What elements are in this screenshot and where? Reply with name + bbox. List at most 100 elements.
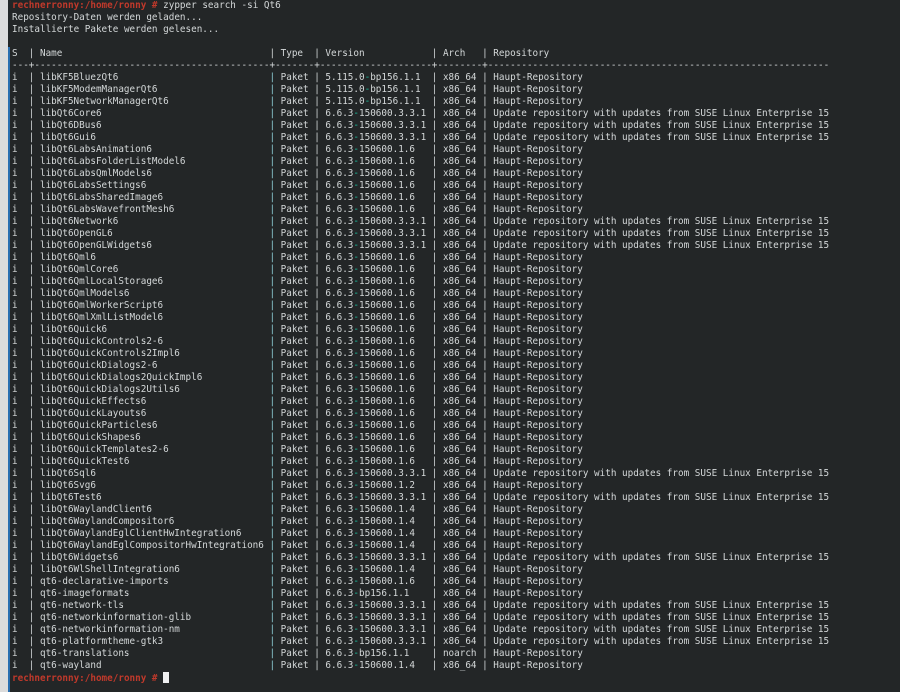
release-number: 150600.1.4 [359,528,415,539]
version-number: 6.6.3 [325,660,354,671]
version-number: 6.6.3 [325,264,354,275]
column-separator: | [482,360,494,371]
column-separator: | [269,108,281,119]
package-name: libQt6QuickControls2-6 [39,336,164,347]
status-cell: i [12,564,18,575]
column-separator: | [482,288,494,299]
column-separator: | [269,408,281,419]
version-number: 6.6.3 [325,576,354,587]
release-number: 150600.1.6 [359,444,415,455]
column-separator: | [431,420,443,431]
release-number: 150600.1.6 [359,456,415,467]
table-header: S | Name | Type | Version | Arch | Repository [12,48,900,60]
status-cell: i [12,108,18,119]
package-version-cell: 6.6.3-150600.1.6 [325,408,431,420]
package-type: Paket [280,600,309,611]
package-version-cell: 6.6.3-150600.1.6 [325,372,431,384]
package-arch: x86_64 [442,408,477,419]
column-separator: | [482,264,494,275]
column-separator: | [431,144,443,155]
package-arch: x86_64 [442,336,477,347]
package-type: Paket [280,72,309,83]
table-row: i | libQt6DBus6 | Paket | 6.6.3-150600.3.3.… [12,120,900,132]
package-repository: Haupt-Repository [493,516,583,527]
package-repository: Haupt-Repository [493,204,583,215]
package-name: libQt6QuickLayouts6 [39,408,147,419]
version-number: 6.6.3 [325,564,354,575]
package-version-cell: 6.6.3-150600.1.4 [325,504,431,516]
package-version-cell: 6.6.3-150600.1.6 [325,420,431,432]
column-separator: | [431,132,443,143]
column-separator: | [28,360,40,371]
package-repository: Haupt-Repository [493,432,583,443]
package-arch: x86_64 [442,420,477,431]
status-message: Repository-Daten werden geladen... [12,12,203,23]
column-separator: | [28,564,40,575]
release-number: 150600.1.2 [359,480,415,491]
package-name: qt6-platformtheme-gtk3 [39,636,164,647]
package-version-cell: 6.6.3-150600.1.6 [325,396,431,408]
column-separator: | [269,48,281,59]
column-separator: | [28,444,40,455]
package-version-cell: 6.6.3-150600.3.3.1 [325,552,431,564]
release-number: 150600.1.4 [359,660,415,671]
table-row: i | qt6-imageformats | Paket | 6.6.3-bp156.… [12,588,900,600]
column-separator: | [28,300,40,311]
status-message: Installierte Pakete werden gelesen... [12,24,220,35]
column-separator: | [314,516,326,527]
column-separator: | [28,252,40,263]
column-separator: | [482,444,494,455]
version-number: 6.6.3 [325,312,354,323]
status-cell: i [12,516,18,527]
column-separator: | [314,612,326,623]
table-row: i | libKF5BluezQt6 | Paket | 5.115.0-bp156.… [12,72,900,84]
package-version-cell: 6.6.3-150600.1.6 [325,144,431,156]
package-arch: noarch [442,648,477,659]
package-repository: Update repository with updates from SUSE… [493,120,830,131]
package-type: Paket [280,132,309,143]
column-separator: | [269,228,281,239]
release-number: 150600.1.6 [359,348,415,359]
column-separator: | [314,276,326,287]
column-separator: | [28,96,40,107]
column-separator: | [482,576,494,587]
release-number: 150600.1.6 [359,384,415,395]
version-number: 6.6.3 [325,360,354,371]
status-cell: i [12,168,18,179]
release-number: bp156.1.1 [370,96,421,107]
table-row: i | libQt6QuickTest6 | Paket | 6.6.3-150600… [12,456,900,468]
package-arch: x86_64 [442,660,477,671]
column-separator: | [482,120,494,131]
package-repository: Haupt-Repository [493,72,583,83]
column-separator: | [482,468,494,479]
column-separator: | [314,168,326,179]
package-version-cell: 6.6.3-150600.1.6 [325,576,431,588]
package-name: libQt6Svg6 [39,480,96,491]
status-cell: i [12,288,18,299]
column-separator: | [431,204,443,215]
table-row: i | libKF5NetworkManagerQt6 | Paket | 5.115… [12,96,900,108]
column-separator: | [482,180,494,191]
package-repository: Haupt-Repository [493,288,583,299]
column-separator: | [28,72,40,83]
column-separator: | [482,432,494,443]
release-number: 150600.1.6 [359,372,415,383]
column-separator: | [28,192,40,203]
column-separator: | [269,180,281,191]
column-separator: | [431,348,443,359]
column-separator: | [431,240,443,251]
column-separator: | [269,384,281,395]
column-separator: | [28,228,40,239]
table-row: i | qt6-declarative-imports | Paket | 6.6.3… [12,576,900,588]
table-row: i | libQt6Qml6 | Paket | 6.6.3-150600.1.6 | … [12,252,900,264]
package-name: libQt6QmlCore6 [39,264,119,275]
terminal-output[interactable]: rechnerronny:/home/ronny # zypper search… [12,0,900,684]
column-separator: | [28,492,40,503]
package-name: libQt6QuickControls2Impl6 [39,348,180,359]
package-repository: Update repository with updates from SUSE… [493,468,830,479]
column-separator: | [314,228,326,239]
column-separator: | [28,120,40,131]
package-arch: x86_64 [442,72,477,83]
release-number: 150600.1.6 [359,576,415,587]
package-version-cell: 6.6.3-150600.1.6 [325,204,431,216]
